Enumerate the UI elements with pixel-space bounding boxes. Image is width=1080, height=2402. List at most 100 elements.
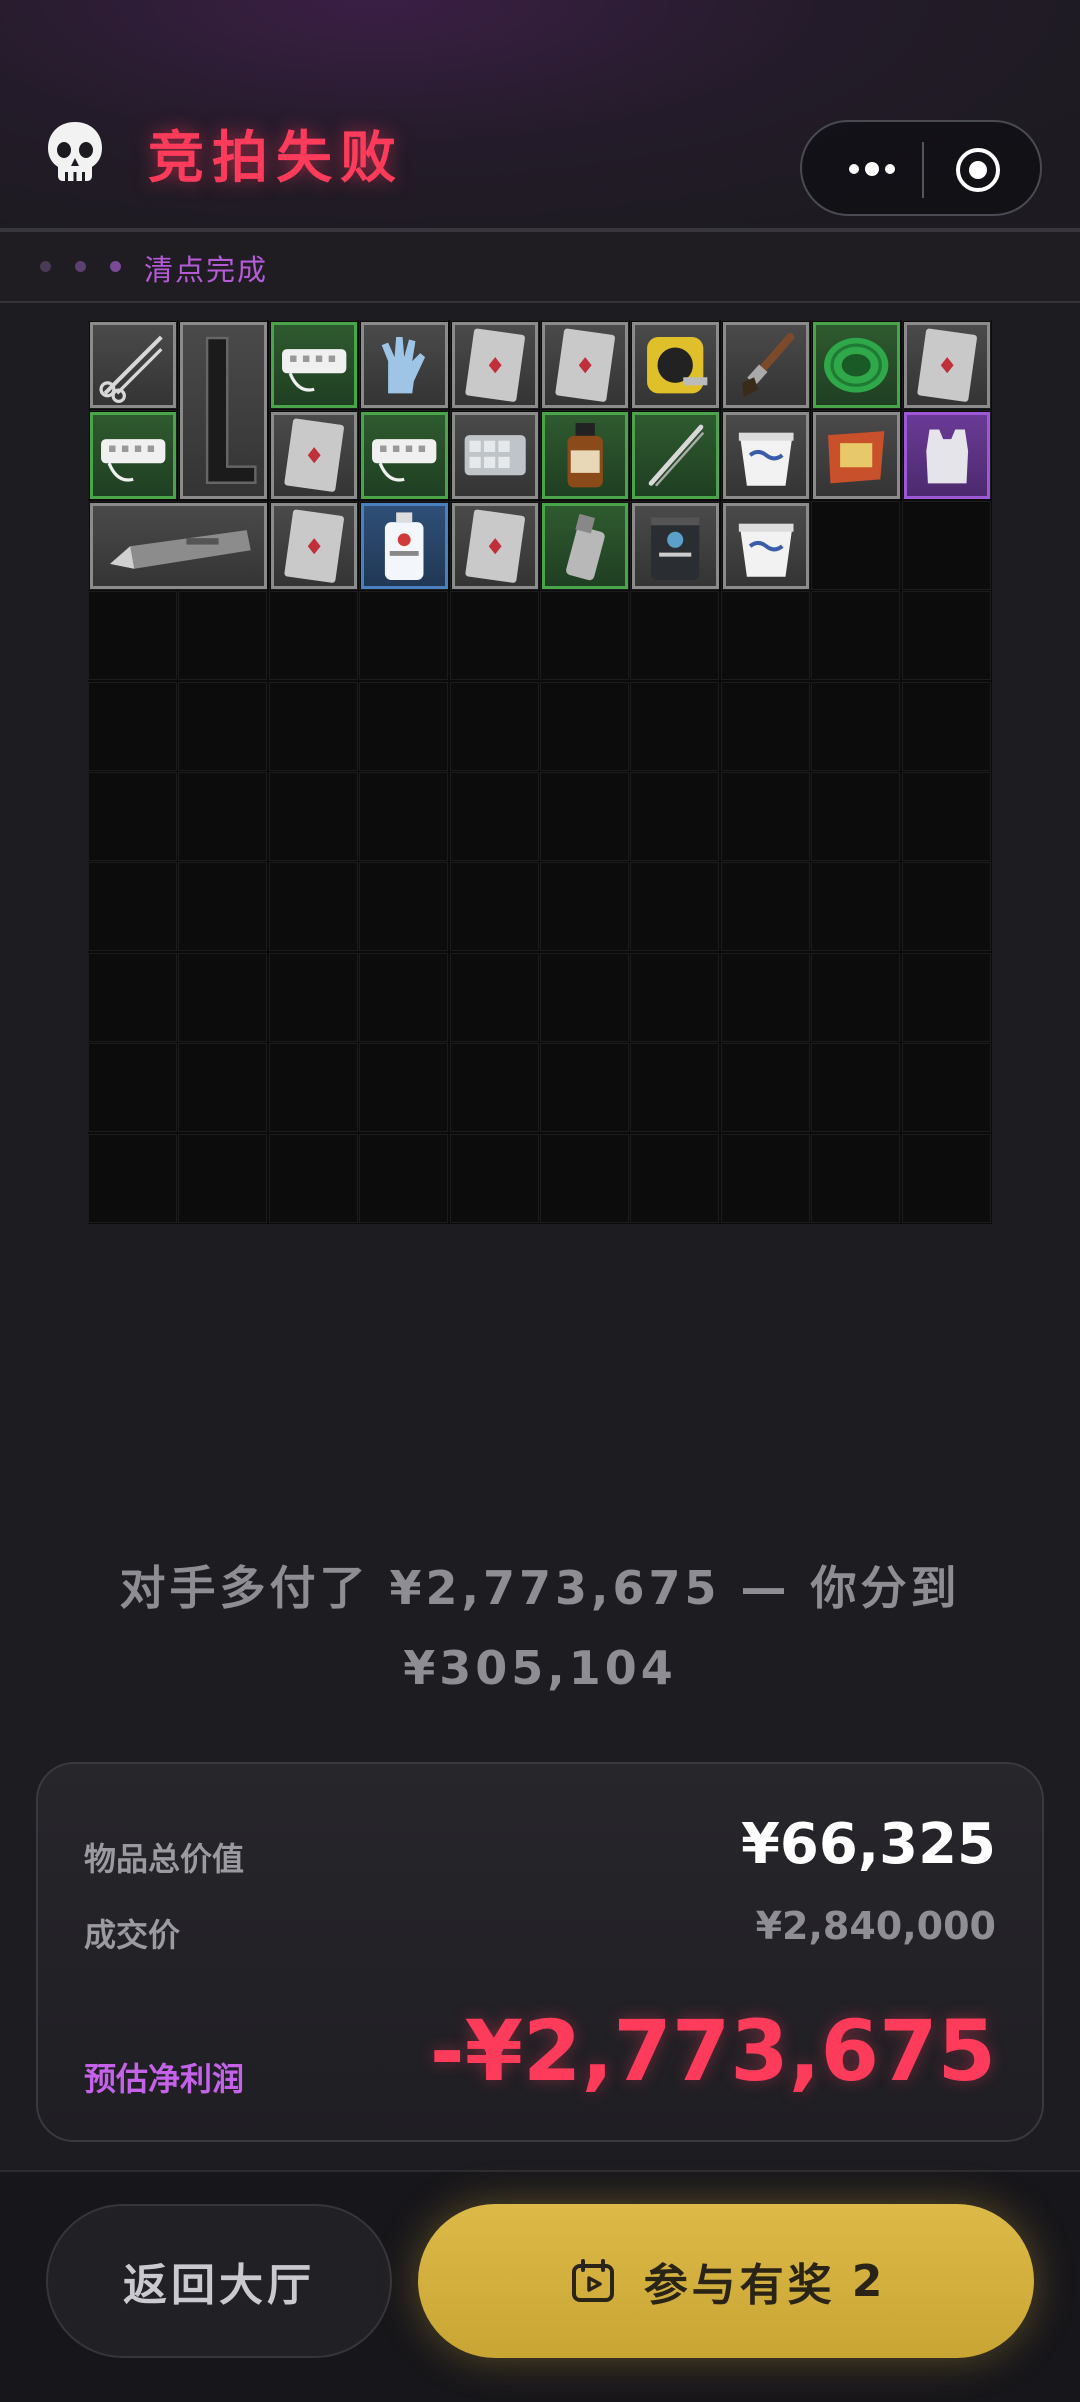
grid-cell xyxy=(901,681,991,771)
more-icon[interactable] xyxy=(832,152,912,186)
grid-cell xyxy=(268,681,358,771)
grid-cell xyxy=(720,772,810,861)
grid-cell xyxy=(88,772,177,861)
power-strip-item[interactable] xyxy=(361,412,448,499)
grid-cell xyxy=(268,952,358,1042)
grid-cell xyxy=(449,952,539,1042)
snack-bag-item[interactable] xyxy=(813,412,900,499)
deal-price: ¥2,840,000 xyxy=(755,1904,996,1948)
grid-cell xyxy=(540,1133,629,1223)
grid-cell xyxy=(630,681,720,771)
status-divider xyxy=(0,301,1080,303)
mini-program-capsule[interactable] xyxy=(800,120,1042,216)
cable-spool-item[interactable] xyxy=(813,322,900,409)
inventory-grid xyxy=(88,320,992,1224)
calendar-play-icon xyxy=(571,2259,614,2302)
playing-card-item[interactable] xyxy=(451,322,538,409)
join-reward-count: 2 xyxy=(851,2255,883,2307)
summary-card: 物品总价值 ¥66,325 成交价 ¥2,840,000 预估净利润 -¥2,7… xyxy=(36,1762,1044,2142)
power-strip-item[interactable] xyxy=(270,322,358,409)
grid-cell xyxy=(811,500,901,590)
grid-cell xyxy=(720,862,810,952)
grid-cell xyxy=(88,1133,177,1223)
grid-cell xyxy=(811,681,901,771)
grid-cell xyxy=(811,772,901,861)
grid-cell xyxy=(540,1043,629,1133)
playing-card-item[interactable] xyxy=(451,502,538,590)
vest-item[interactable] xyxy=(903,412,990,499)
grid-cell xyxy=(720,681,810,771)
grid-cell xyxy=(540,681,629,771)
grid-cell xyxy=(178,1133,268,1223)
grid-cell xyxy=(811,1043,901,1133)
grid-cell xyxy=(268,862,358,952)
grid-cell xyxy=(449,1133,539,1223)
tweezers-item[interactable] xyxy=(632,412,719,499)
grid-cell xyxy=(449,681,539,771)
grid-cell xyxy=(88,681,177,771)
scissors-item[interactable] xyxy=(90,322,177,409)
grid-cell xyxy=(268,591,358,681)
grid-cell xyxy=(359,772,449,861)
back-to-lobby-label: 返回大厅 xyxy=(123,2260,315,2311)
grid-cell xyxy=(178,952,268,1042)
yogurt-cup-item[interactable] xyxy=(722,502,810,590)
protein-can-item[interactable] xyxy=(632,502,719,590)
playing-card-item[interactable] xyxy=(542,322,629,409)
back-to-lobby-button[interactable]: 返回大厅 xyxy=(46,2204,392,2358)
grid-cell xyxy=(630,862,720,952)
grid-cell xyxy=(630,591,720,681)
grid-cell xyxy=(178,1043,268,1133)
grid-cell xyxy=(359,681,449,771)
grid-cell xyxy=(720,1133,810,1223)
grid-cell xyxy=(901,772,991,861)
grid-cell xyxy=(540,952,629,1042)
yogurt-cup-item[interactable] xyxy=(722,412,810,499)
playing-card-item[interactable] xyxy=(270,412,358,499)
grid-cell xyxy=(540,591,629,681)
grid-cell xyxy=(268,1043,358,1133)
skull-icon xyxy=(40,118,110,188)
capsule-divider xyxy=(922,142,924,198)
grid-cell xyxy=(449,1043,539,1133)
grid-cell xyxy=(359,1133,449,1223)
grid-cell xyxy=(901,500,991,590)
grid-cell xyxy=(268,772,358,861)
grid-cell xyxy=(720,1043,810,1133)
join-reward-button[interactable]: 参与有奖 2 xyxy=(418,2204,1034,2358)
grid-cell xyxy=(88,862,177,952)
medicine-bottle-item[interactable] xyxy=(542,412,629,499)
grid-cell xyxy=(178,862,268,952)
grid-cell xyxy=(540,862,629,952)
grid-cell xyxy=(88,591,177,681)
power-strip-item[interactable] xyxy=(90,412,177,499)
grid-cell xyxy=(88,952,177,1042)
grid-cell xyxy=(720,952,810,1042)
gloves-item[interactable] xyxy=(361,322,448,409)
metal-angle-item[interactable] xyxy=(180,322,267,499)
grid-cell xyxy=(178,591,268,681)
grid-cell xyxy=(88,1043,177,1133)
status-text: 清点完成 xyxy=(144,253,269,287)
playing-card-item[interactable] xyxy=(903,322,990,409)
close-target-icon[interactable] xyxy=(954,146,1002,194)
utility-knife-item[interactable] xyxy=(90,502,267,590)
grid-cell xyxy=(720,591,810,681)
grid-cell xyxy=(449,862,539,952)
page-title: 竞拍失败 xyxy=(148,125,404,191)
total-value: ¥66,325 xyxy=(740,1812,996,1877)
tape-measure-item[interactable] xyxy=(632,322,719,409)
grid-cell xyxy=(811,862,901,952)
pill-tray-item[interactable] xyxy=(451,412,538,499)
saline-bottle-item[interactable] xyxy=(361,502,448,590)
result-message-line2: ¥305,104 xyxy=(403,1641,677,1695)
lighter-item[interactable] xyxy=(542,502,629,590)
paint-brush-item[interactable] xyxy=(722,322,810,409)
status-dot xyxy=(75,261,86,272)
status-dots xyxy=(40,261,121,272)
grid-cell xyxy=(359,862,449,952)
grid-cell xyxy=(178,681,268,771)
net-profit-value: -¥2,773,675 xyxy=(429,2002,996,2100)
playing-card-item[interactable] xyxy=(270,502,358,590)
grid-cell xyxy=(901,1043,991,1133)
